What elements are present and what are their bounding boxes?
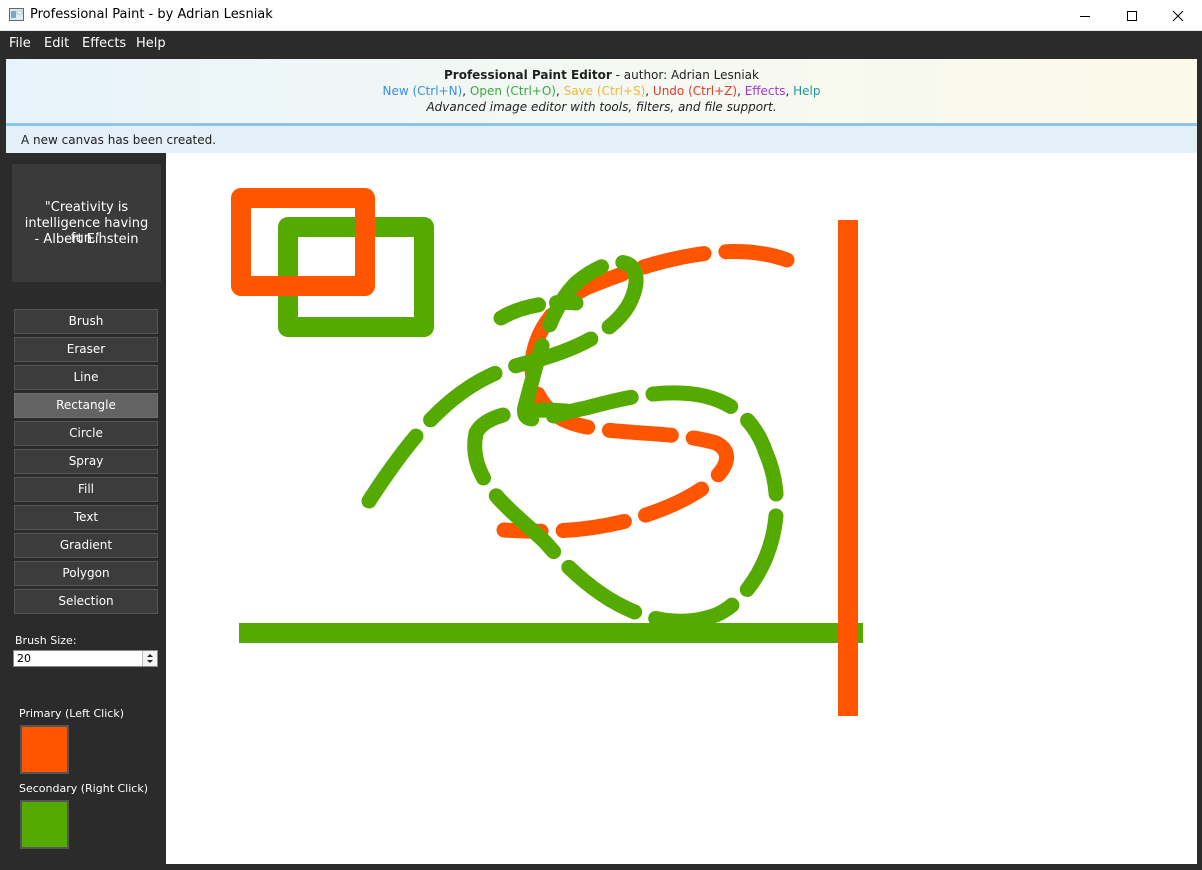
brush-size-label: Brush Size: (15, 634, 77, 647)
quote-box: "Creativity is intelligence having fun."… (12, 164, 161, 282)
info-header: Professional Paint Editor - author: Adri… (6, 59, 1197, 126)
tool-polygon[interactable]: Polygon (14, 561, 158, 586)
shortcut-effects[interactable]: Effects (745, 84, 786, 98)
status-text: A new canvas has been created. (21, 133, 217, 147)
tool-fill[interactable]: Fill (14, 477, 158, 502)
orange-freehand (496, 244, 795, 539)
app-icon (9, 8, 24, 21)
close-icon (1172, 10, 1184, 21)
menu-effects[interactable]: Effects (82, 36, 126, 51)
app-name: Professional Paint Editor (443, 68, 612, 82)
tool-spray[interactable]: Spray (14, 449, 158, 474)
canvas-drawing (231, 188, 863, 716)
quote-line-1: "Creativity is (44, 200, 129, 215)
tool-circle[interactable]: Circle (14, 421, 158, 446)
brush-size-value: 20 (17, 652, 31, 665)
primary-color-label: Primary (Left Click) (19, 707, 124, 720)
tool-text[interactable]: Text (14, 505, 158, 530)
shortcut-open[interactable]: Open (Ctrl+O) (470, 84, 556, 98)
maximize-icon (1127, 10, 1137, 21)
secondary-color-swatch[interactable] (20, 800, 69, 849)
menu-file[interactable]: File (9, 36, 31, 51)
shortcut-line: New (Ctrl+N), Open (Ctrl+O), Save (Ctrl+… (382, 84, 821, 98)
tool-brush[interactable]: Brush (14, 309, 158, 334)
minimize-button[interactable] (1062, 0, 1108, 31)
drawing-canvas[interactable] (166, 153, 1197, 864)
spin-arrows[interactable] (142, 651, 157, 666)
shortcut-save[interactable]: Save (Ctrl+S) (564, 84, 646, 98)
tool-gradient[interactable]: Gradient (14, 533, 158, 558)
brush-size-spinbox[interactable]: 20 (13, 650, 158, 667)
tool-eraser[interactable]: Eraser (14, 337, 158, 362)
spin-arrows-icon (147, 654, 153, 663)
primary-color-swatch[interactable] (20, 725, 69, 774)
menu-edit[interactable]: Edit (44, 36, 69, 51)
secondary-color-label: Secondary (Right Click) (19, 782, 149, 795)
tool-rectangle[interactable]: Rectangle (14, 393, 158, 418)
minimize-icon (1080, 15, 1090, 17)
menu-bar: File Edit Effects Help (0, 31, 1202, 57)
shortcut-help[interactable]: Help (793, 84, 820, 98)
menu-help[interactable]: Help (136, 36, 166, 51)
tagline: Advanced image editor with tools, filter… (426, 100, 777, 114)
title-bar: Professional Paint - by Adrian Lesniak (0, 0, 1202, 31)
orange-rectangle (231, 188, 375, 296)
quote-line-3: - Albert Einstein (34, 232, 139, 247)
shortcut-new[interactable]: New (Ctrl+N) (383, 84, 463, 98)
tool-line[interactable]: Line (14, 365, 158, 390)
status-bar: A new canvas has been created. (6, 126, 1197, 153)
maximize-button[interactable] (1109, 0, 1155, 31)
close-button[interactable] (1155, 0, 1201, 31)
shortcut-undo[interactable]: Undo (Ctrl+Z) (653, 84, 737, 98)
tool-selection[interactable]: Selection (14, 589, 158, 614)
header-title-line: Professional Paint Editor - author: Adri… (6, 68, 1197, 82)
window-title: Professional Paint - by Adrian Lesniak (30, 7, 273, 22)
author-text: - author: Adrian Lesniak (611, 68, 759, 82)
